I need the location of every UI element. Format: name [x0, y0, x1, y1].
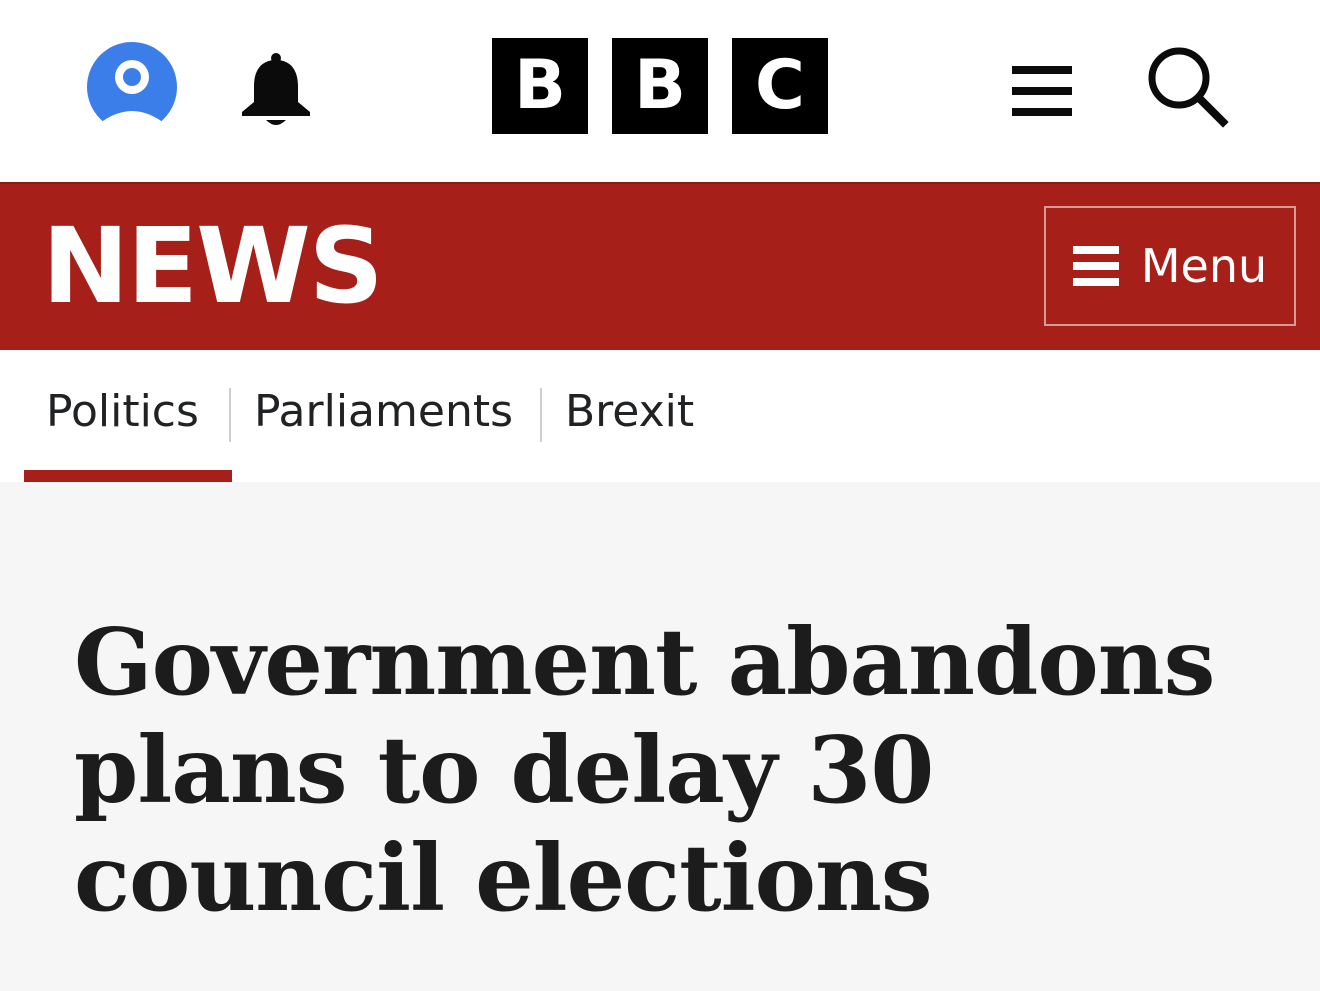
bell-icon	[242, 53, 310, 125]
active-section-indicator	[24, 470, 232, 482]
bbc-logo-letter: B	[492, 38, 588, 134]
search-icon	[1148, 47, 1229, 128]
section-nav-item-politics[interactable]: Politics	[46, 387, 199, 436]
top-bar: B B C	[0, 0, 1320, 182]
nav-divider	[229, 388, 231, 442]
notifications-button[interactable]	[238, 50, 314, 130]
news-bar: NEWS Menu	[0, 182, 1320, 350]
account-button[interactable]	[86, 41, 178, 127]
section-nav-item-brexit[interactable]: Brexit	[565, 387, 694, 436]
nav-divider	[540, 388, 542, 442]
article-header: Government abandons plans to delay 30 co…	[0, 482, 1320, 991]
news-menu-button[interactable]: Menu	[1044, 206, 1296, 326]
site-menu-button[interactable]	[1012, 62, 1074, 120]
section-nav: Politics Parliaments Brexit	[0, 350, 1320, 482]
search-button[interactable]	[1145, 44, 1229, 128]
bbc-logo-letter: C	[732, 38, 828, 134]
section-nav-item-parliaments[interactable]: Parliaments	[254, 387, 513, 436]
news-wordmark[interactable]: NEWS	[42, 214, 384, 318]
account-icon	[87, 42, 177, 123]
bbc-logo-letter: B	[612, 38, 708, 134]
menu-label: Menu	[1140, 239, 1268, 293]
hamburger-icon	[1072, 246, 1119, 286]
article-headline: Government abandons plans to delay 30 co…	[74, 608, 1215, 932]
bbc-logo[interactable]: B B C	[492, 38, 828, 134]
hamburger-icon	[1012, 66, 1072, 116]
